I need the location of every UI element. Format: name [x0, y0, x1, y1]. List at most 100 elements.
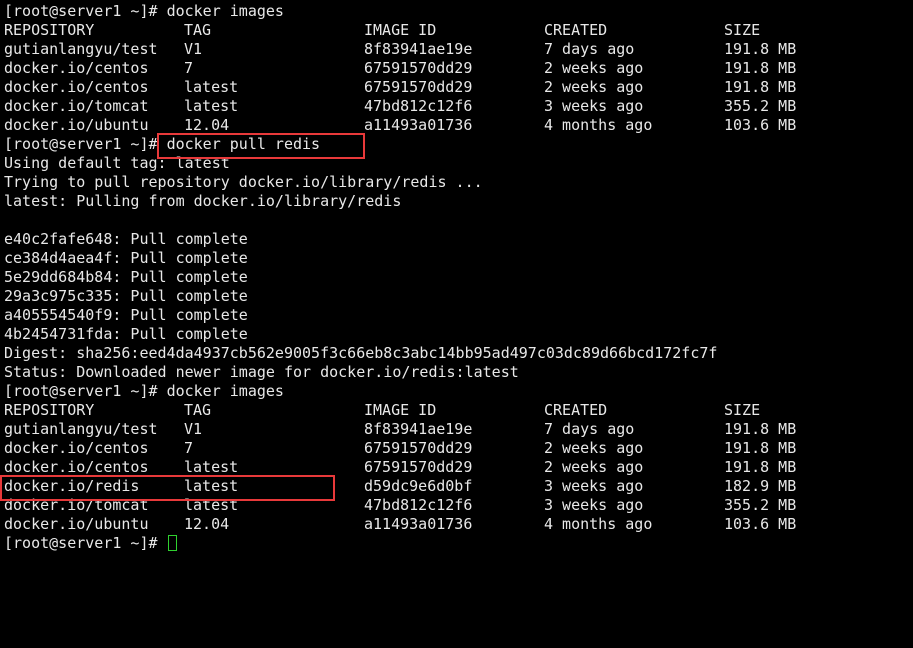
table-row: docker.io/centos 7 67591570dd29 2 weeks …	[4, 439, 909, 458]
prompt-line: [root@server1 ~]# docker images	[4, 2, 909, 21]
layer-line: 4b2454731fda: Pull complete	[4, 325, 248, 343]
table-header: REPOSITORY TAG IMAGE ID CREATED SIZE	[4, 401, 909, 420]
table-row: docker.io/tomcat latest 47bd812c12f6 3 w…	[4, 97, 909, 116]
cell-size: 103.6 MB	[724, 515, 797, 533]
cell-created: 3 weeks ago	[544, 97, 644, 115]
header-size: SIZE	[724, 401, 761, 419]
prompt-line: [root@server1 ~]# docker images	[4, 382, 909, 401]
layer-line: 5e29dd684b84: Pull complete	[4, 268, 248, 286]
cell-repository: docker.io/ubuntu	[4, 116, 149, 134]
cell-created: 2 weeks ago	[544, 439, 644, 457]
cell-tag: latest	[184, 477, 239, 495]
command-text: docker pull redis	[166, 135, 321, 153]
cell-repository: docker.io/centos	[4, 458, 149, 476]
cell-created: 2 weeks ago	[544, 458, 644, 476]
layer-line: e40c2fafe648: Pull complete	[4, 230, 248, 248]
cell-image-id: 8f83941ae19e	[364, 420, 473, 438]
cell-size: 355.2 MB	[724, 496, 797, 514]
table-header: REPOSITORY TAG IMAGE ID CREATED SIZE	[4, 21, 909, 40]
cell-image-id: 47bd812c12f6	[364, 97, 473, 115]
cell-tag: 7	[184, 59, 194, 77]
cell-created: 2 weeks ago	[544, 78, 644, 96]
output-line: Trying to pull repository docker.io/libr…	[4, 173, 483, 191]
output-line: Using default tag: latest	[4, 154, 230, 172]
cell-repository: docker.io/tomcat	[4, 97, 149, 115]
table-row: docker.io/tomcat latest 47bd812c12f6 3 w…	[4, 496, 909, 515]
cell-image-id: 67591570dd29	[364, 78, 473, 96]
cell-tag: 7	[184, 439, 194, 457]
cell-tag: 12.04	[184, 515, 230, 533]
command-text: docker images	[166, 382, 284, 400]
cell-size: 103.6 MB	[724, 116, 797, 134]
cell-image-id: 67591570dd29	[364, 458, 473, 476]
layer-line: ce384d4aea4f: Pull complete	[4, 249, 248, 267]
table-row: docker.io/ubuntu 12.04 a11493a01736 4 mo…	[4, 116, 909, 135]
cell-created: 3 weeks ago	[544, 496, 644, 514]
cell-tag: latest	[184, 496, 239, 514]
cell-image-id: 8f83941ae19e	[364, 40, 473, 58]
cell-repository: docker.io/ubuntu	[4, 515, 149, 533]
text-cursor[interactable]	[167, 535, 177, 551]
header-repository: REPOSITORY	[4, 21, 95, 39]
layer-line: 29a3c975c335: Pull complete	[4, 287, 248, 305]
table-row: gutianlangyu/test V1 8f83941ae19e 7 days…	[4, 420, 909, 439]
cell-created: 2 weeks ago	[544, 59, 644, 77]
digest-line: Digest: sha256:eed4da4937cb562e9005f3c66…	[4, 344, 718, 362]
table-row: docker.io/centos latest 67591570dd29 2 w…	[4, 78, 909, 97]
cell-repository: docker.io/centos	[4, 59, 149, 77]
cell-size: 191.8 MB	[724, 420, 797, 438]
header-created: CREATED	[544, 21, 608, 39]
cell-image-id: a11493a01736	[364, 515, 473, 533]
header-tag: TAG	[184, 401, 212, 419]
cell-repository: docker.io/centos	[4, 78, 149, 96]
header-image-id: IMAGE ID	[364, 401, 437, 419]
table-row: docker.io/ubuntu 12.04 a11493a01736 4 mo…	[4, 515, 909, 534]
cell-image-id: 67591570dd29	[364, 59, 473, 77]
cell-image-id: 47bd812c12f6	[364, 496, 473, 514]
cell-repository: gutianlangyu/test	[4, 420, 158, 438]
prompt: [root@server1 ~]#	[4, 534, 158, 552]
prompt-line: [root@server1 ~]# docker pull redis	[4, 135, 909, 154]
terminal-output: [root@server1 ~]# docker images REPOSITO…	[4, 2, 909, 553]
cell-size: 191.8 MB	[724, 458, 797, 476]
cell-image-id: 67591570dd29	[364, 439, 473, 457]
cell-created: 7 days ago	[544, 420, 635, 438]
cell-tag: V1	[184, 40, 203, 58]
cell-tag: V1	[184, 420, 203, 438]
cell-image-id: d59dc9e6d0bf	[364, 477, 473, 495]
cell-repository: gutianlangyu/test	[4, 40, 158, 58]
command-text: docker images	[166, 2, 284, 20]
cell-size: 355.2 MB	[724, 97, 797, 115]
header-repository: REPOSITORY	[4, 401, 95, 419]
cell-size: 191.8 MB	[724, 78, 797, 96]
header-size: SIZE	[724, 21, 761, 39]
cell-repository: docker.io/tomcat	[4, 496, 149, 514]
cell-size: 191.8 MB	[724, 439, 797, 457]
cell-image-id: a11493a01736	[364, 116, 473, 134]
table-row: docker.io/centos latest 67591570dd29 2 w…	[4, 458, 909, 477]
cell-repository: docker.io/centos	[4, 439, 149, 457]
layer-line: a405554540f9: Pull complete	[4, 306, 248, 324]
cell-created: 4 months ago	[544, 515, 653, 533]
cell-size: 191.8 MB	[724, 59, 797, 77]
table-row: gutianlangyu/test V1 8f83941ae19e 7 days…	[4, 40, 909, 59]
header-tag: TAG	[184, 21, 212, 39]
prompt: [root@server1 ~]#	[4, 135, 158, 153]
prompt-line[interactable]: [root@server1 ~]#	[4, 534, 909, 553]
cell-tag: 12.04	[184, 116, 230, 134]
header-created: CREATED	[544, 401, 608, 419]
cell-repository: docker.io/redis	[4, 477, 140, 495]
output-line: latest: Pulling from docker.io/library/r…	[4, 192, 402, 210]
prompt: [root@server1 ~]#	[4, 2, 158, 20]
cell-created: 3 weeks ago	[544, 477, 644, 495]
header-image-id: IMAGE ID	[364, 21, 437, 39]
table-row: docker.io/centos 7 67591570dd29 2 weeks …	[4, 59, 909, 78]
cell-created: 7 days ago	[544, 40, 635, 58]
cell-tag: latest	[184, 97, 239, 115]
cell-size: 191.8 MB	[724, 40, 797, 58]
cell-tag: latest	[184, 458, 239, 476]
cell-size: 182.9 MB	[724, 477, 797, 495]
table-row: docker.io/redis latest d59dc9e6d0bf 3 we…	[4, 477, 909, 496]
cell-tag: latest	[184, 78, 239, 96]
